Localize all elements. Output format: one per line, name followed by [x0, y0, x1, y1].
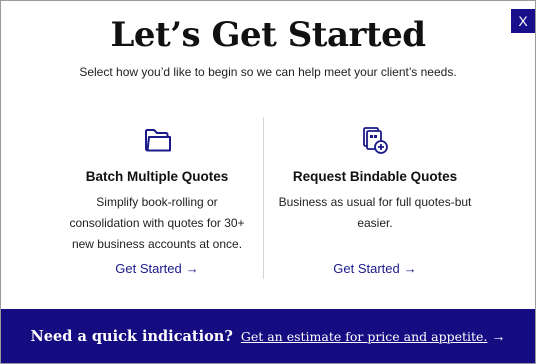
- add-quote-icon: [363, 127, 388, 154]
- desc-line: consolidation with quotes for 30+: [69, 216, 245, 230]
- arrow-right-icon: →: [403, 261, 417, 276]
- option-heading: Request Bindable Quotes: [292, 169, 458, 184]
- column-divider: [263, 117, 264, 279]
- estimate-link[interactable]: Get an estimate for price and appetite.: [241, 329, 488, 344]
- option-description: Simplify book-rolling or consolidation w…: [57, 192, 257, 255]
- desc-line: new business accounts at once.: [71, 237, 243, 251]
- folder-icon: [145, 129, 171, 152]
- desc-line: Simplify book-rolling or: [96, 195, 218, 209]
- quick-indication-banner: Need a quick indication? Get an estimate…: [1, 309, 535, 363]
- arrow-right-icon: →: [491, 328, 506, 344]
- desc-line: easier.: [357, 216, 393, 230]
- cta-label: Get Started: [333, 261, 400, 276]
- page-title: Let’s Get Started: [110, 15, 426, 55]
- option-bindable-quotes: Request Bindable Quotes Business as usua…: [277, 117, 473, 276]
- cta-label: Get Started: [115, 261, 182, 276]
- banner-question: Need a quick indication?: [30, 327, 233, 345]
- get-started-modal: X Let’s Get Started Select how you’d lik…: [0, 0, 536, 364]
- desc-line: Business as usual for full quotes-but: [278, 195, 472, 209]
- bindable-get-started-link[interactable]: Get Started →: [277, 261, 473, 276]
- option-heading: Batch Multiple Quotes: [85, 169, 229, 184]
- option-description: Business as usual for full quotes-but ea…: [277, 192, 473, 234]
- batch-get-started-link[interactable]: Get Started →: [57, 261, 257, 276]
- page-subtitle: Select how you’d like to begin so we can…: [79, 65, 457, 79]
- arrow-right-icon: →: [185, 261, 199, 276]
- option-batch-quotes: Batch Multiple Quotes Simplify book-roll…: [57, 117, 257, 276]
